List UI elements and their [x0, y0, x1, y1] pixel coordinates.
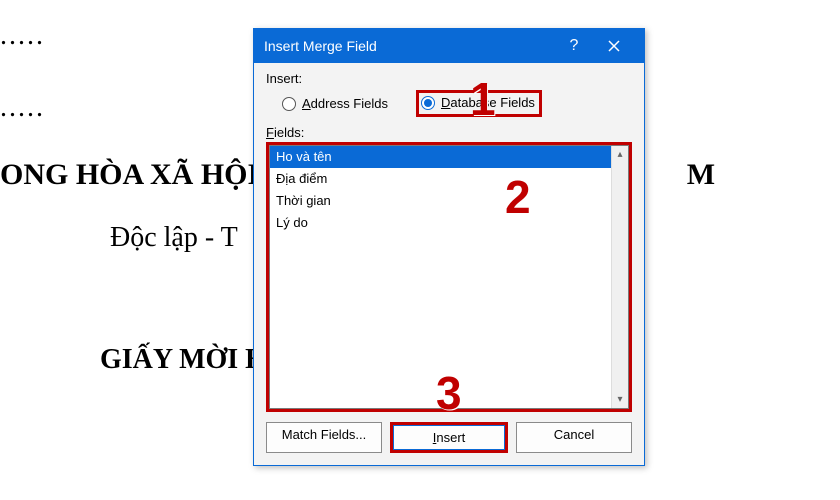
- insert-button[interactable]: Insert: [393, 425, 505, 450]
- cancel-button[interactable]: Cancel: [516, 422, 632, 453]
- dialog-button-row: Match Fields... Insert Cancel: [266, 422, 632, 453]
- radio-label: AAddress Fieldsddress Fields: [302, 96, 388, 111]
- scroll-up-icon[interactable]: ▴: [612, 146, 628, 163]
- insert-button-highlight: Insert: [390, 422, 508, 453]
- radio-icon: [282, 97, 296, 111]
- listbox-scrollbar[interactable]: ▴ ▾: [611, 146, 628, 408]
- fields-label: Fields:: [266, 125, 632, 140]
- close-button[interactable]: [594, 29, 634, 63]
- callout-1: 1: [470, 72, 496, 126]
- insert-label: Insert:: [266, 71, 632, 86]
- dialog-titlebar[interactable]: Insert Merge Field ?: [254, 29, 644, 63]
- match-fields-button[interactable]: Match Fields...: [266, 422, 382, 453]
- callout-3: 3: [436, 366, 462, 420]
- radio-group: AAddress Fieldsddress Fields Database Fi…: [282, 90, 632, 117]
- list-item[interactable]: Ho và tên: [270, 146, 611, 168]
- list-item[interactable]: Lý do: [270, 212, 611, 234]
- list-item[interactable]: Địa điểm: [270, 168, 611, 190]
- close-icon: [608, 40, 620, 52]
- radio-icon: [421, 96, 435, 110]
- scroll-down-icon[interactable]: ▾: [612, 391, 628, 408]
- list-item[interactable]: Thời gian: [270, 190, 611, 212]
- dialog-title: Insert Merge Field: [264, 38, 554, 54]
- radio-address-fields[interactable]: AAddress Fieldsddress Fields: [282, 96, 388, 111]
- callout-2: 2: [505, 170, 531, 224]
- help-button[interactable]: ?: [554, 29, 594, 63]
